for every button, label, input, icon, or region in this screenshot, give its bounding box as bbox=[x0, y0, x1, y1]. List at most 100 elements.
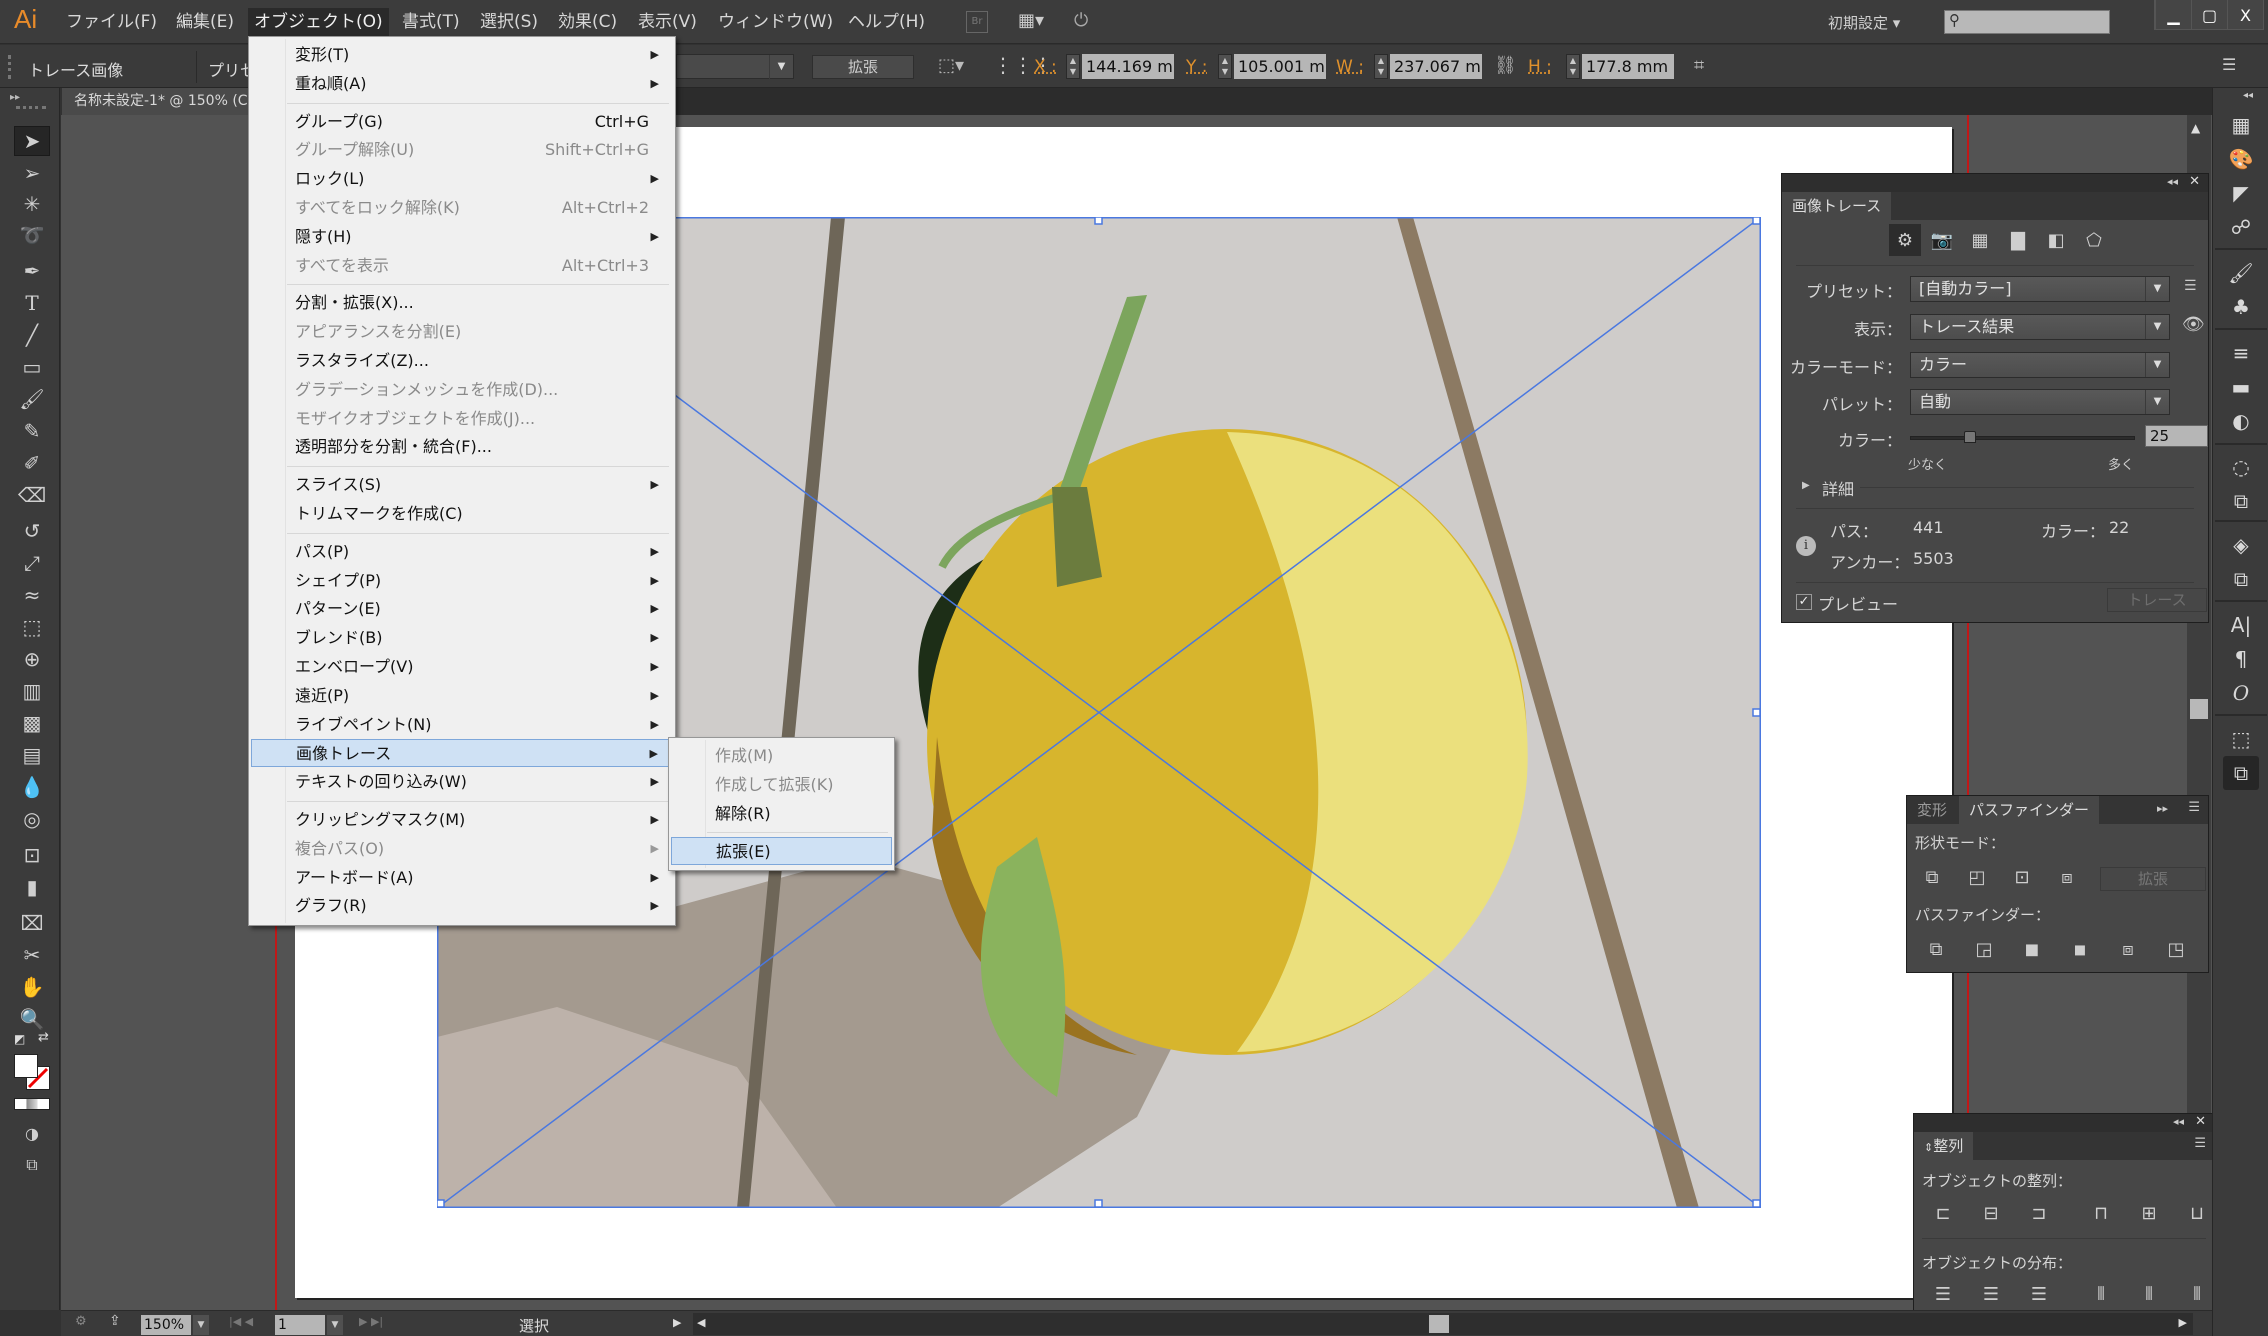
menu-select[interactable]: 選択(S) bbox=[474, 8, 544, 36]
eyedropper-tool-icon[interactable]: 💧 bbox=[14, 772, 50, 802]
disclosure-triangle-icon[interactable]: ▶ bbox=[1802, 480, 1810, 491]
share-icon[interactable]: ⇪ bbox=[109, 1313, 121, 1329]
tab-transform[interactable]: 変形 bbox=[1907, 796, 1957, 824]
column-graph-tool-icon[interactable]: ▮ bbox=[14, 872, 50, 902]
slice-tool-icon[interactable]: ✂ bbox=[14, 940, 50, 970]
link-proportions-icon[interactable]: ⛓ bbox=[1494, 55, 1517, 76]
collapse-icon[interactable]: ◂◂ bbox=[2173, 1115, 2184, 1128]
screen-mode-icon[interactable]: ⧉ bbox=[14, 1150, 50, 1180]
panel-titlebar[interactable]: ◂◂ ✕ bbox=[1914, 1114, 2214, 1132]
menu-item[interactable]: ライブペイント(N) ▶ bbox=[251, 711, 673, 739]
default-colors-icon[interactable]: ◩ bbox=[14, 1032, 25, 1046]
grip-handle[interactable] bbox=[16, 106, 46, 109]
minimize-button[interactable]: ▁ bbox=[2155, 0, 2191, 30]
view-dropdown[interactable]: トレース結果 ▼ bbox=[1910, 314, 2170, 340]
mesh-tool-icon[interactable]: ▩ bbox=[14, 708, 50, 738]
menu-item[interactable]: 画像トレース ▶ bbox=[251, 739, 673, 768]
minus-back-icon[interactable]: ◳ bbox=[2161, 934, 2191, 964]
h-stepper[interactable]: ▲ ▼ bbox=[1566, 54, 1580, 79]
menu-item[interactable]: テキストの回り込み(W) ▶ bbox=[251, 768, 673, 796]
horizontal-scrollbar[interactable]: ◀ ▶ bbox=[693, 1313, 2193, 1335]
minus-front-icon[interactable]: ◰ bbox=[1962, 862, 1992, 892]
distribute-vertical-center-icon[interactable]: ☰ bbox=[1976, 1279, 2006, 1309]
slider-thumb[interactable] bbox=[1963, 431, 1976, 443]
stroke-icon[interactable]: ≡ bbox=[2223, 336, 2259, 370]
view-dropdown[interactable]: ▼ bbox=[676, 54, 794, 79]
distribute-horizontal-center-icon[interactable]: ⫴ bbox=[2134, 1279, 2164, 1309]
menu-item[interactable]: 変形(T) ▶ bbox=[251, 41, 673, 69]
grip-handle[interactable] bbox=[8, 55, 11, 79]
line-tool-icon[interactable]: ╱ bbox=[14, 320, 50, 350]
collapse-icon[interactable]: ▸▸ bbox=[10, 92, 20, 103]
preset-dropdown[interactable]: [自動カラー] ▼ bbox=[1910, 276, 2170, 302]
character-icon[interactable]: A| bbox=[2223, 608, 2259, 642]
brushes-icon[interactable]: 🖌 bbox=[2223, 256, 2259, 290]
kuler-icon[interactable]: ☍ bbox=[2223, 210, 2259, 244]
symbols-icon[interactable]: ♣ bbox=[2223, 290, 2259, 324]
gpu-performance-icon[interactable]: ⏻ bbox=[1074, 10, 1104, 34]
menu-item[interactable]: グループ(G) Ctrl+G bbox=[251, 108, 673, 136]
resize-handle[interactable] bbox=[1752, 708, 1761, 717]
grayscale-icon[interactable]: ▇ bbox=[2003, 225, 2033, 255]
colors-field[interactable]: 25 bbox=[2145, 425, 2208, 447]
document-tab[interactable]: 名称未設定-1* @ 150% (CMYK/プレビュー) bbox=[62, 88, 262, 115]
menu-item[interactable]: スライス(S) ▶ bbox=[251, 471, 673, 499]
align-vertical-center-icon[interactable]: ⊞ bbox=[2134, 1198, 2164, 1228]
menu-edit[interactable]: 編集(E) bbox=[170, 8, 240, 36]
w-field[interactable]: 237.067 mm bbox=[1390, 54, 1482, 79]
low-color-icon[interactable]: ▦ bbox=[1965, 225, 1995, 255]
menu-item[interactable]: パス(P) ▶ bbox=[251, 538, 673, 566]
menu-item[interactable]: 分割・拡張(X)... bbox=[251, 289, 673, 317]
distribute-bottom-icon[interactable]: ☰ bbox=[2024, 1279, 2054, 1309]
workspace-switcher[interactable]: 初期設定 ▾ bbox=[1828, 12, 1900, 33]
swap-colors-icon[interactable]: ⇄ bbox=[38, 1030, 49, 1045]
close-icon[interactable]: ✕ bbox=[2195, 1114, 2206, 1129]
menu-file[interactable]: ファイル(F) bbox=[60, 8, 163, 36]
color-guide-icon[interactable]: ◤ bbox=[2223, 176, 2259, 210]
control-menu-icon[interactable]: ☰ bbox=[2222, 55, 2236, 74]
scrollbar-thumb[interactable] bbox=[2190, 699, 2208, 719]
hand-tool-icon[interactable]: ✋ bbox=[14, 972, 50, 1002]
free-transform-tool-icon[interactable]: ⬚ bbox=[14, 612, 50, 642]
status-menu-icon[interactable]: ▶ bbox=[673, 1316, 681, 1329]
unite-icon[interactable]: ⧉ bbox=[1917, 862, 1947, 892]
lasso-tool-icon[interactable]: ➰ bbox=[14, 220, 50, 250]
menu-item[interactable]: アートボード(A) ▶ bbox=[251, 864, 673, 892]
outline-icon[interactable]: ⧈ bbox=[2113, 934, 2143, 964]
swatches-icon[interactable]: ▦ bbox=[2223, 108, 2259, 142]
menu-item[interactable]: シェイプ(P) ▶ bbox=[251, 567, 673, 595]
expand-button[interactable]: 拡張 bbox=[812, 55, 914, 79]
arrange-documents-icon[interactable]: ▦▾ bbox=[1018, 10, 1054, 34]
color-mode-buttons[interactable] bbox=[14, 1098, 50, 1110]
align-bottom-icon[interactable]: ⊔ bbox=[2182, 1198, 2212, 1228]
menu-item[interactable]: トリムマークを作成(C) bbox=[251, 500, 673, 528]
symbol-sprayer-tool-icon[interactable]: ⊡ bbox=[14, 840, 50, 870]
pathfinder-icon[interactable]: ⧉ bbox=[2223, 756, 2259, 790]
blend-tool-icon[interactable]: ◎ bbox=[14, 804, 50, 834]
align-right-icon[interactable]: ⊐ bbox=[2024, 1198, 2054, 1228]
menu-item[interactable]: 透明部分を分割・統合(F)... bbox=[251, 433, 673, 461]
intersect-icon[interactable]: ⊡ bbox=[2007, 862, 2037, 892]
y-field[interactable]: 105.001 mm bbox=[1234, 54, 1326, 79]
pathfinder-expand-button[interactable]: 拡張 bbox=[2100, 867, 2206, 891]
menu-help[interactable]: ヘルプ(H) bbox=[842, 8, 931, 36]
menu-item[interactable]: ロック(L) ▶ bbox=[251, 165, 673, 193]
gradient-tool-icon[interactable]: ▤ bbox=[14, 740, 50, 770]
resize-handle[interactable] bbox=[1094, 1199, 1103, 1208]
artboards-icon[interactable]: ⧉ bbox=[2223, 562, 2259, 596]
scrollbar-thumb[interactable] bbox=[1429, 1315, 1449, 1333]
merge-icon[interactable]: ◼ bbox=[2017, 934, 2047, 964]
divide-icon[interactable]: ⧉ bbox=[1921, 934, 1951, 964]
align-horizontal-center-icon[interactable]: ⊟ bbox=[1976, 1198, 2006, 1228]
trace-button[interactable]: トレース bbox=[2107, 588, 2207, 612]
bridge-icon[interactable]: Br bbox=[966, 11, 988, 33]
menu-item[interactable]: 隠す(H) ▶ bbox=[251, 223, 673, 251]
rotate-tool-icon[interactable]: ↺ bbox=[14, 516, 50, 546]
transparency-icon[interactable]: ◐ bbox=[2223, 404, 2259, 438]
tab-align[interactable]: ⇕整列 bbox=[1914, 1132, 1974, 1160]
fill-swatch[interactable] bbox=[14, 1054, 38, 1078]
high-color-icon[interactable]: 📷 bbox=[1927, 225, 1957, 255]
collapse-icon[interactable]: ◂◂ bbox=[2167, 175, 2178, 188]
x-field[interactable]: 144.169 mm bbox=[1082, 54, 1174, 79]
preset-menu-icon[interactable]: ☰ bbox=[2184, 278, 2197, 294]
